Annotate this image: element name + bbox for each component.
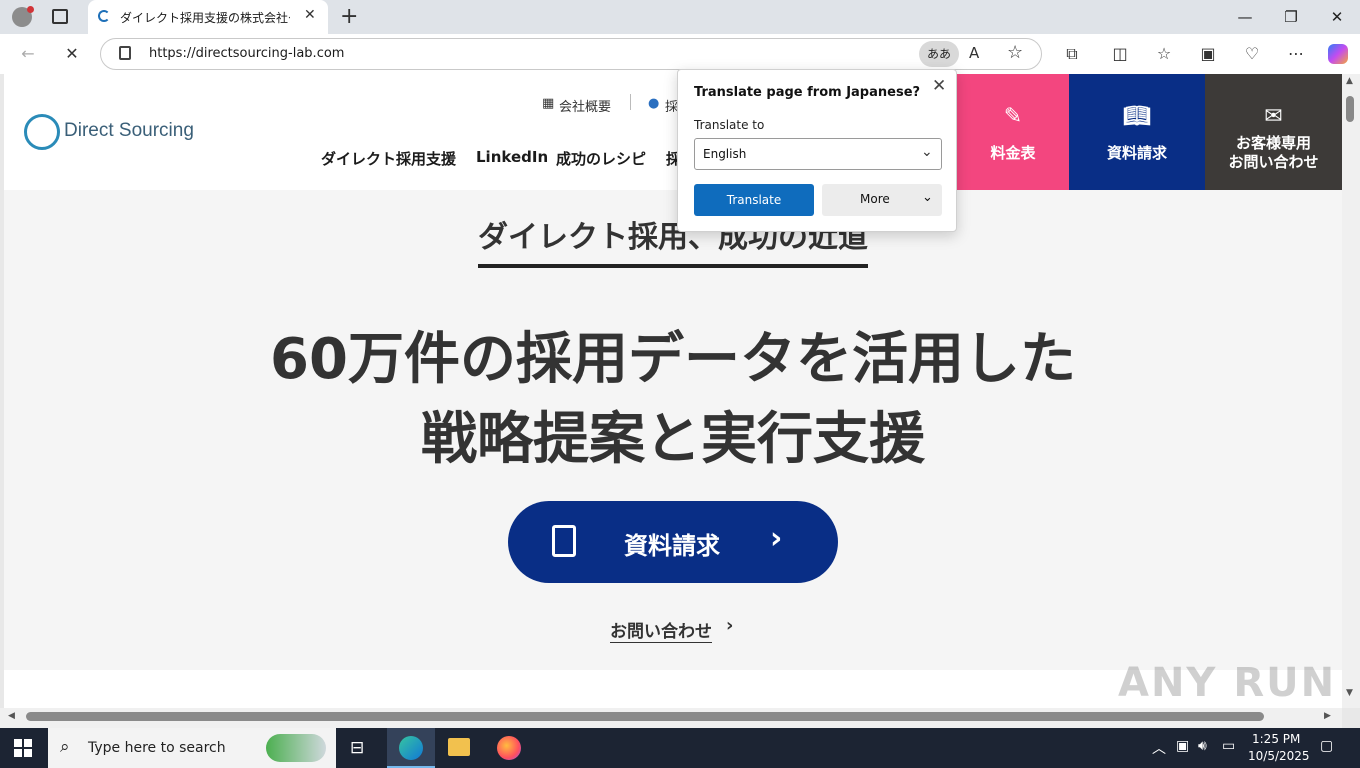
notification-dot-icon — [27, 6, 34, 13]
scroll-right-icon[interactable]: ▶ — [1324, 711, 1331, 721]
search-icon: ⌕ — [60, 737, 70, 757]
nav-linkedin[interactable]: LinkedIn — [476, 148, 548, 166]
settings-more-icon[interactable]: ⋯ — [1284, 42, 1308, 66]
firefox-icon[interactable] — [497, 736, 521, 760]
clock-time[interactable]: 1:25 PM — [1252, 732, 1300, 746]
close-tab-icon[interactable]: ✕ — [304, 7, 316, 23]
request-materials-button[interactable]: 📖︎ 資料請求 — [1069, 74, 1205, 190]
collections-icon[interactable]: ▣ — [1196, 42, 1220, 66]
hero-heading-line1: 60万件の採用データを活用した — [270, 327, 1076, 392]
divider — [630, 94, 631, 110]
scroll-up-icon[interactable]: ▲ — [1346, 76, 1353, 86]
windows-start-icon[interactable] — [14, 739, 32, 757]
close-icon[interactable]: ✕ — [932, 76, 946, 96]
main-cta-label: 資料請求 — [624, 532, 720, 560]
browser-essentials-icon[interactable]: ♡ — [1240, 42, 1264, 66]
more-button[interactable]: More ⌄ — [822, 184, 942, 216]
copilot-icon[interactable] — [1328, 44, 1348, 64]
popup-title: Translate page from Japanese? — [694, 85, 921, 100]
chevron-right-icon: › — [770, 521, 783, 556]
language-select[interactable]: English ⌄ — [694, 138, 942, 170]
task-view-icon[interactable]: ⊟ — [350, 738, 364, 758]
tray-chevron-up-icon[interactable]: ︿ — [1152, 738, 1166, 758]
minimize-icon[interactable]: — — [1230, 6, 1260, 28]
customer-contact-button[interactable]: ✉ お客様専用 お問い合わせ — [1205, 74, 1342, 190]
active-tab[interactable]: ダイレクト採用支援の株式会社ダイレ ✕ — [88, 0, 328, 34]
extensions-icon[interactable]: ⧉ — [1060, 42, 1084, 66]
web-page: Direct Sourcing ▦ 会社概要 ● 採 ダイレクト採用支援 Lin… — [4, 74, 1342, 708]
scroll-left-icon[interactable]: ◀ — [8, 711, 15, 721]
horizontal-scrollbar[interactable]: ◀ ▶ — [0, 708, 1342, 728]
taskbar: ⌕ Type here to search ⊟ ︿ ▣ 🔊︎ ▭ 1:25 PM… — [0, 728, 1360, 768]
scroll-down-icon[interactable]: ▼ — [1346, 688, 1353, 698]
tab-strip: ダイレクト採用支援の株式会社ダイレ ✕ + — ❐ ✕ — [0, 0, 1360, 34]
envelope-icon: ✉ — [1264, 104, 1283, 129]
search-placeholder: Type here to search — [88, 740, 226, 756]
document-icon — [552, 525, 576, 557]
people-icon: ● — [648, 96, 660, 111]
edge-taskbar-button[interactable] — [387, 728, 435, 768]
vertical-scrollbar[interactable]: ▲ ▼ — [1342, 74, 1360, 708]
stop-loading-icon[interactable]: ✕ — [60, 42, 84, 66]
close-window-icon[interactable]: ✕ — [1322, 6, 1352, 28]
network-icon[interactable]: ▭ — [1222, 738, 1235, 754]
favorite-star-icon[interactable]: ☆ — [1007, 42, 1023, 63]
taskbar-search[interactable]: ⌕ Type here to search — [48, 728, 336, 768]
translate-popup: Translate page from Japanese? ✕ Translat… — [677, 69, 957, 232]
translate-button[interactable]: Translate — [694, 184, 814, 216]
tab-actions-icon[interactable] — [52, 9, 68, 24]
contact-link[interactable]: お問い合わせ — [610, 617, 712, 643]
building-icon: ▦ — [542, 96, 555, 111]
document-edit-icon: ✎ — [1003, 104, 1023, 129]
language-value: English — [703, 147, 747, 161]
volume-icon[interactable]: 🔊︎ — [1198, 738, 1207, 754]
favorites-icon[interactable]: ☆ — [1152, 42, 1176, 66]
browser-toolbar: ← ✕ https://directsourcing-lab.com ああ A … — [0, 34, 1360, 74]
translate-icon[interactable]: ああ — [919, 41, 959, 67]
back-icon[interactable]: ← — [16, 42, 40, 66]
site-header: Direct Sourcing ▦ 会社概要 ● 採 ダイレクト採用支援 Lin… — [4, 74, 1342, 190]
chevron-right-icon: › — [726, 615, 734, 636]
edge-icon — [399, 736, 423, 760]
meet-icon[interactable]: ▣ — [1176, 738, 1189, 754]
address-bar[interactable]: https://directsourcing-lab.com ああ A ☆ — [100, 38, 1042, 70]
tab-title: ダイレクト採用支援の株式会社ダイレ — [120, 11, 290, 25]
translate-to-label: Translate to — [694, 118, 765, 132]
new-tab-icon[interactable]: + — [340, 4, 358, 29]
notifications-icon[interactable]: ▢ — [1320, 738, 1333, 754]
nav-success-recipe[interactable]: 成功のレシピ — [556, 148, 646, 169]
chevron-down-icon: ⌄ — [921, 144, 933, 160]
read-aloud-icon[interactable]: A — [969, 44, 979, 62]
nav-direct-recruiting[interactable]: ダイレクト採用支援 — [321, 148, 456, 169]
util-link-company[interactable]: 会社概要 — [559, 96, 611, 115]
watermark: ANY RUN — [1118, 660, 1337, 706]
book-open-icon: 📖︎ — [1123, 104, 1151, 129]
url-text[interactable]: https://directsourcing-lab.com — [149, 46, 344, 61]
restore-icon[interactable]: ❐ — [1276, 6, 1306, 28]
loading-spinner-icon — [98, 10, 110, 22]
chevron-down-icon: ⌄ — [922, 190, 933, 205]
file-explorer-icon[interactable] — [448, 738, 470, 756]
logo-text[interactable]: Direct Sourcing — [64, 120, 194, 142]
pricing-button[interactable]: ✎ 料金表 — [957, 74, 1069, 190]
title-underline — [478, 264, 868, 268]
horizontal-scroll-thumb[interactable] — [26, 712, 1264, 721]
lock-icon[interactable] — [119, 46, 131, 60]
logo-icon[interactable] — [24, 114, 60, 150]
main-request-materials-button[interactable]: 資料請求 › — [508, 501, 838, 583]
clock-date[interactable]: 10/5/2025 — [1248, 749, 1310, 763]
hero-heading-line2: 戦略提案と実行支援 — [421, 407, 925, 472]
split-screen-icon[interactable]: ◫ — [1108, 42, 1132, 66]
golf-widget-icon[interactable] — [266, 734, 326, 762]
vertical-scroll-thumb[interactable] — [1346, 96, 1354, 122]
